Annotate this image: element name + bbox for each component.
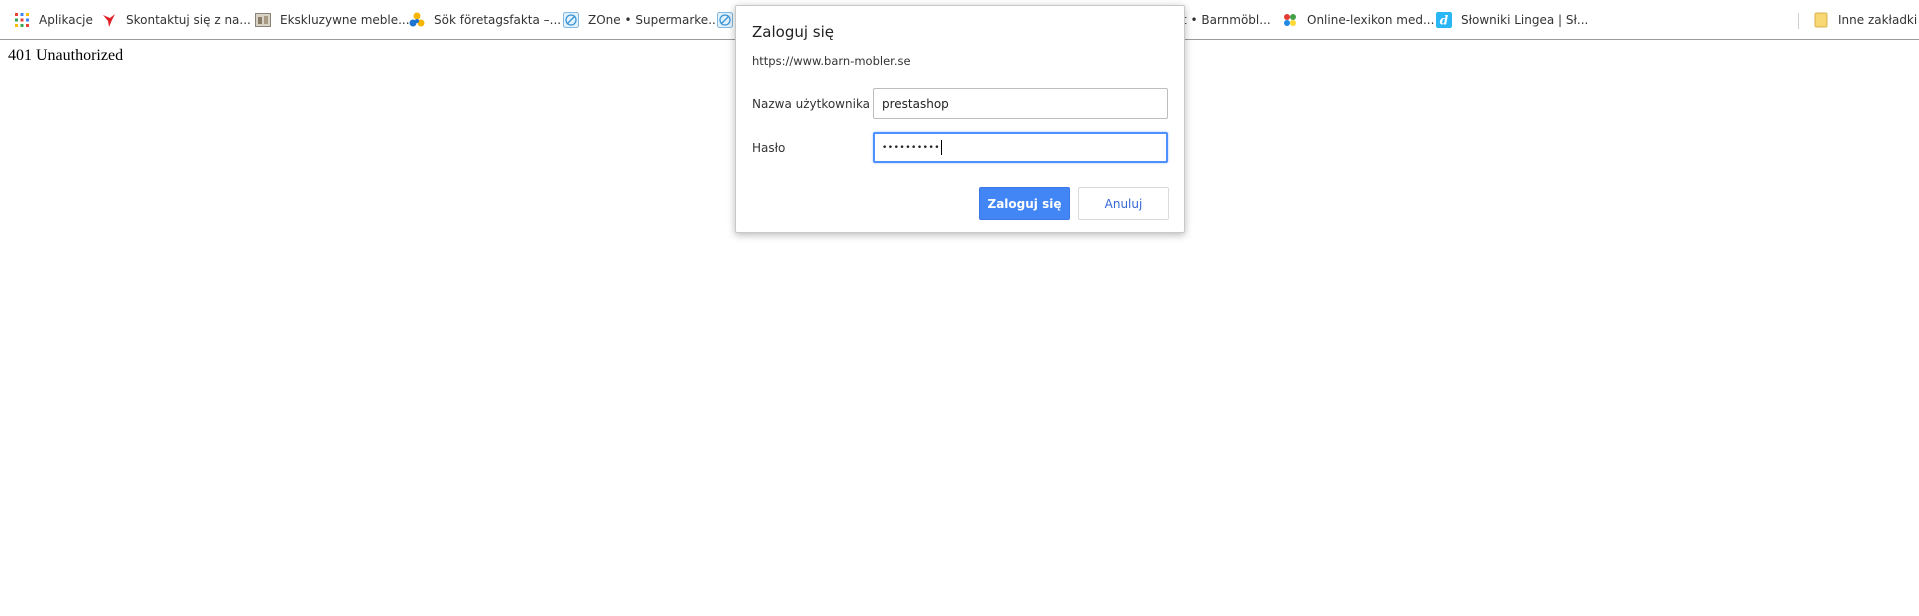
cancel-button[interactable]: Anuluj — [1078, 187, 1169, 220]
bookmark-label: Online-lexikon med... — [1307, 13, 1435, 27]
bookmark-label: kt • Barnmöbl... — [1175, 13, 1271, 27]
zone-icon — [717, 12, 733, 28]
bookmark-apps[interactable]: Aplikacje — [14, 0, 93, 40]
bookmark-label: Skontaktuj się z na... — [126, 13, 251, 27]
bookmark-slowniki[interactable]: d Słowniki Lingea | Sł... — [1436, 0, 1588, 40]
text-caret — [941, 140, 943, 155]
bookmark-label: ZOne • Supermarke... — [588, 13, 720, 27]
bookmark-other-folder[interactable]: Inne zakładki — [1813, 0, 1917, 40]
username-label: Nazwa użytkownika — [752, 97, 871, 111]
bookmark-zone[interactable]: ZOne • Supermarke... — [563, 0, 720, 40]
password-value: •••••••••• — [882, 142, 941, 153]
bookmark-skontaktuj[interactable]: Skontaktuj się z na... — [101, 0, 251, 40]
lexikon-icon — [1282, 12, 1298, 28]
password-label: Hasło — [752, 141, 786, 155]
colored-circles-icon — [409, 12, 425, 28]
lingea-d-icon: d — [1436, 12, 1452, 28]
bookmark-online-lexikon[interactable]: Online-lexikon med... — [1282, 0, 1434, 40]
bookmark-label: Ekskluzywne meble... — [280, 13, 410, 27]
username-field[interactable]: prestashop — [873, 88, 1168, 119]
red-bird-icon — [101, 12, 117, 28]
dialog-url: https://www.barn-mobler.se — [752, 54, 911, 68]
bookmark-sok[interactable]: Sök företagsfakta –... — [409, 0, 561, 40]
bookmark-label: Słowniki Lingea | Sł... — [1461, 13, 1589, 27]
svg-text:d: d — [1440, 14, 1449, 28]
password-field[interactable]: •••••••••• — [873, 132, 1168, 163]
folder-icon — [1813, 12, 1829, 28]
dialog-title: Zaloguj się — [752, 23, 834, 41]
bookmark-label: Sök företagsfakta –... — [434, 13, 562, 27]
bookmarks-divider — [1798, 13, 1799, 29]
zone-icon — [563, 12, 579, 28]
login-button[interactable]: Zaloguj się — [979, 187, 1070, 220]
username-value: prestashop — [882, 96, 949, 111]
furniture-thumbnail-icon — [255, 12, 271, 28]
apps-grid-icon — [14, 12, 30, 28]
page-status-text: 401 Unauthorized — [8, 47, 124, 64]
bookmark-ekskluzywne[interactable]: Ekskluzywne meble... — [255, 0, 410, 40]
bookmark-barnmobl[interactable]: kt • Barnmöbl... — [1175, 0, 1271, 40]
bookmark-label: Inne zakładki — [1838, 13, 1918, 27]
bookmark-label: Aplikacje — [39, 13, 93, 27]
login-dialog: Zaloguj się https://www.barn-mobler.se N… — [735, 5, 1185, 233]
